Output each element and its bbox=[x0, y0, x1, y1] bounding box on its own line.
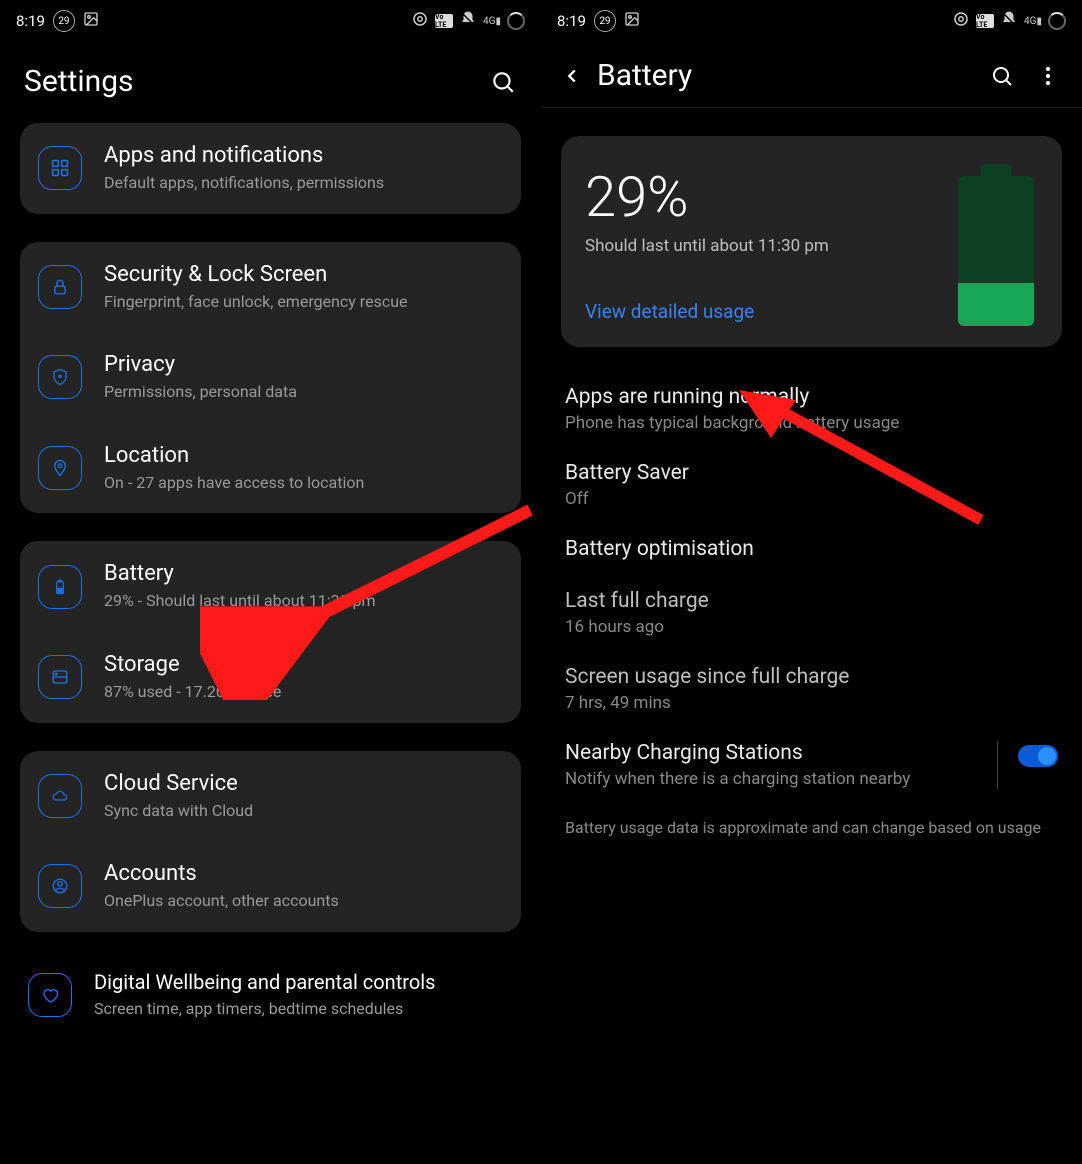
item-title: Battery Saver bbox=[565, 461, 1058, 485]
settings-item-title: Cloud Service bbox=[104, 771, 503, 796]
settings-item-sub: Screen time, app timers, bedtime schedul… bbox=[94, 998, 513, 1020]
settings-item-privacy[interactable]: Privacy Permissions, personal data bbox=[20, 332, 521, 423]
volte-icon: Vo LTE bbox=[435, 14, 453, 28]
spinner-icon bbox=[1048, 12, 1066, 30]
spinner-icon bbox=[507, 12, 525, 30]
item-sub: 16 hours ago bbox=[565, 617, 1058, 637]
item-sub: Phone has typical background battery usa… bbox=[565, 413, 1058, 433]
item-sub: Off bbox=[565, 489, 1058, 509]
battery-badge-icon: 29 bbox=[594, 10, 616, 32]
more-icon[interactable] bbox=[1034, 62, 1062, 90]
item-title: Apps are running normally bbox=[565, 385, 1058, 409]
search-icon[interactable] bbox=[489, 68, 517, 96]
item-sub: 7 hrs, 49 mins bbox=[565, 693, 1058, 713]
settings-item-sub: Default apps, notifications, permissions bbox=[104, 172, 503, 194]
lock-icon bbox=[38, 265, 82, 309]
settings-item-title: Digital Wellbeing and parental controls bbox=[94, 970, 513, 994]
cloud-icon bbox=[38, 774, 82, 818]
settings-item-sub: Permissions, personal data bbox=[104, 381, 503, 403]
settings-item-sub: Fingerprint, face unlock, emergency resc… bbox=[104, 291, 503, 313]
settings-item-sub: 87% used - 17.20 GB free bbox=[104, 681, 503, 703]
picture-icon bbox=[624, 11, 640, 31]
settings-screen: 8:19 29 Vo LTE 4G▮ Settings Apps and not… bbox=[0, 0, 541, 1164]
settings-item-accounts[interactable]: Accounts OnePlus account, other accounts bbox=[20, 841, 521, 932]
target-icon bbox=[411, 10, 429, 32]
battery-summary-card: 29% Should last until about 11:30 pm Vie… bbox=[561, 136, 1062, 347]
item-sub: Notify when there is a charging station … bbox=[565, 769, 977, 789]
signal-icon: 4G▮ bbox=[483, 16, 501, 27]
settings-item-apps[interactable]: Apps and notifications Default apps, not… bbox=[20, 123, 521, 214]
picture-icon bbox=[83, 11, 99, 31]
settings-item-wellbeing[interactable]: Digital Wellbeing and parental controls … bbox=[0, 960, 541, 1020]
signal-icon: 4G▮ bbox=[1024, 16, 1042, 27]
battery-icon bbox=[38, 565, 82, 609]
mute-icon bbox=[1000, 10, 1018, 32]
storage-icon bbox=[38, 655, 82, 699]
shield-icon bbox=[38, 355, 82, 399]
mute-icon bbox=[459, 10, 477, 32]
settings-group-security: Security & Lock Screen Fingerprint, face… bbox=[20, 242, 521, 514]
apps-icon bbox=[38, 146, 82, 190]
back-icon[interactable] bbox=[561, 65, 583, 87]
item-title: Battery optimisation bbox=[565, 537, 1058, 561]
settings-group-cloud: Cloud Service Sync data with Cloud Accou… bbox=[20, 751, 521, 932]
page-title: Settings bbox=[24, 64, 471, 99]
settings-item-sub: 29% - Should last until about 11:30 pm bbox=[104, 590, 503, 612]
settings-item-title: Storage bbox=[104, 652, 503, 677]
settings-group-battery: Battery 29% - Should last until about 11… bbox=[20, 541, 521, 722]
app-header: Battery bbox=[541, 36, 1082, 107]
settings-item-cloud[interactable]: Cloud Service Sync data with Cloud bbox=[20, 751, 521, 842]
last-full-charge-item: Last full charge 16 hours ago bbox=[541, 575, 1082, 651]
status-bar: 8:19 29 Vo LTE 4G▮ bbox=[0, 0, 541, 36]
apps-status-item[interactable]: Apps are running normally Phone has typi… bbox=[541, 371, 1082, 447]
settings-item-title: Privacy bbox=[104, 352, 503, 377]
clock: 8:19 bbox=[557, 12, 586, 30]
nearby-charging-item[interactable]: Nearby Charging Stations Notify when the… bbox=[541, 727, 1082, 803]
item-title: Nearby Charging Stations bbox=[565, 741, 977, 765]
settings-item-battery[interactable]: Battery 29% - Should last until about 11… bbox=[20, 541, 521, 632]
footnote: Battery usage data is approximate and ca… bbox=[541, 803, 1082, 853]
settings-item-location[interactable]: Location On - 27 apps have access to loc… bbox=[20, 423, 521, 514]
volte-icon: Vo LTE bbox=[976, 14, 994, 28]
settings-group-apps: Apps and notifications Default apps, not… bbox=[20, 123, 521, 214]
search-icon[interactable] bbox=[988, 62, 1016, 90]
nearby-charging-toggle[interactable] bbox=[1018, 745, 1058, 767]
settings-item-storage[interactable]: Storage 87% used - 17.20 GB free bbox=[20, 632, 521, 723]
settings-item-title: Accounts bbox=[104, 861, 503, 886]
settings-item-title: Security & Lock Screen bbox=[104, 262, 503, 287]
battery-saver-item[interactable]: Battery Saver Off bbox=[541, 447, 1082, 523]
screen-usage-item: Screen usage since full charge 7 hrs, 49… bbox=[541, 651, 1082, 727]
battery-badge-icon: 29 bbox=[53, 10, 75, 32]
battery-optimisation-item[interactable]: Battery optimisation bbox=[541, 523, 1082, 575]
settings-item-sub: On - 27 apps have access to location bbox=[104, 472, 503, 494]
settings-item-security[interactable]: Security & Lock Screen Fingerprint, face… bbox=[20, 242, 521, 333]
page-title: Battery bbox=[597, 58, 970, 93]
clock: 8:19 bbox=[16, 12, 45, 30]
app-header: Settings bbox=[0, 36, 541, 123]
heart-icon bbox=[28, 973, 72, 1017]
settings-item-sub: Sync data with Cloud bbox=[104, 800, 503, 822]
item-title: Screen usage since full charge bbox=[565, 665, 1058, 689]
divider bbox=[997, 741, 998, 789]
battery-screen: 8:19 29 Vo LTE 4G▮ Battery 29% Should la… bbox=[541, 0, 1082, 1164]
settings-item-sub: OnePlus account, other accounts bbox=[104, 890, 503, 912]
battery-graphic-icon bbox=[958, 176, 1034, 326]
account-icon bbox=[38, 864, 82, 908]
target-icon bbox=[952, 10, 970, 32]
settings-item-title: Location bbox=[104, 443, 503, 468]
settings-item-title: Battery bbox=[104, 561, 503, 586]
status-bar: 8:19 29 Vo LTE 4G▮ bbox=[541, 0, 1082, 36]
view-detailed-usage-link[interactable]: View detailed usage bbox=[585, 300, 754, 323]
settings-item-title: Apps and notifications bbox=[104, 143, 503, 168]
item-title: Last full charge bbox=[565, 589, 1058, 613]
location-icon bbox=[38, 446, 82, 490]
